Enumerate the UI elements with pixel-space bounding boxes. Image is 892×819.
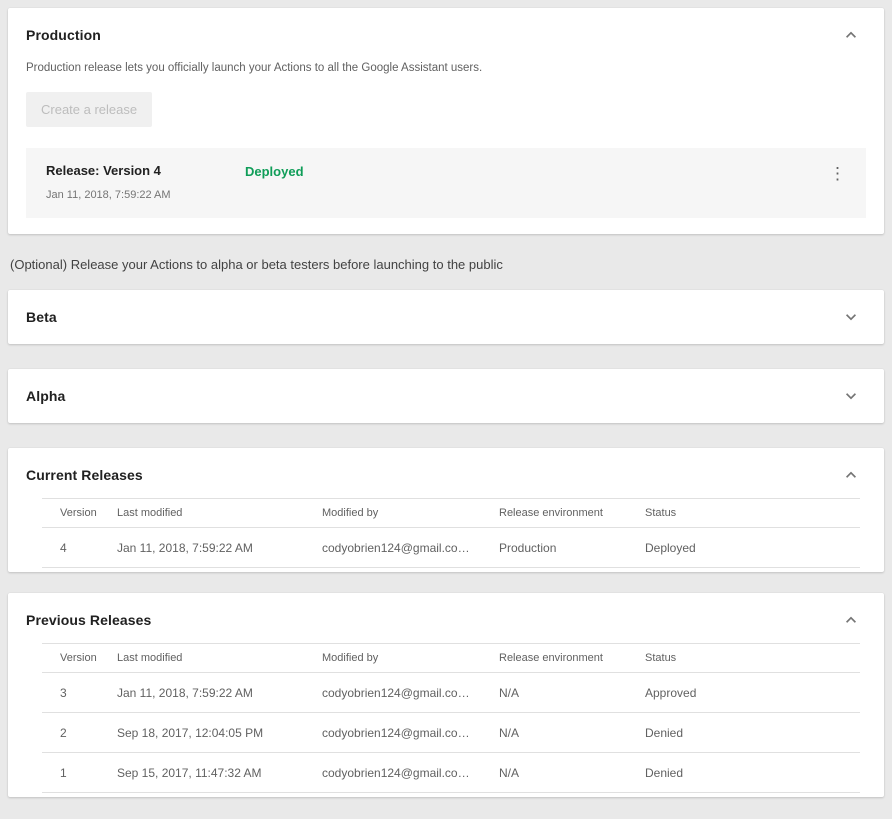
cell-status: Approved [645,673,860,713]
releases-page: Production Production release lets you o… [0,0,892,805]
current-releases-table-wrap: Version Last modified Modified by Releas… [8,496,884,572]
cell-modified-by: codyobrien124@gmail.co… [322,713,499,753]
cell-modified-by: codyobrien124@gmail.co… [322,528,499,568]
alpha-title: Alpha [26,388,65,404]
cell-modified-by: codyobrien124@gmail.co… [322,753,499,793]
table-row: 1 Sep 15, 2017, 11:47:32 AM codyobrien12… [42,753,860,793]
header-modified-by: Modified by [322,499,499,528]
cell-version: 4 [42,528,117,568]
header-last-modified: Last modified [117,644,322,673]
spacer [8,572,884,593]
beta-card-header[interactable]: Beta [8,290,884,344]
cell-version: 2 [42,713,117,753]
table-row: 4 Jan 11, 2018, 7:59:22 AM codyobrien124… [42,528,860,568]
beta-title: Beta [26,309,57,325]
release-info: Release: Version 4 Jan 11, 2018, 7:59:22… [46,163,226,201]
header-last-modified: Last modified [117,499,322,528]
current-releases-table: Version Last modified Modified by Releas… [42,498,860,568]
previous-releases-table: Version Last modified Modified by Releas… [42,643,860,793]
chevron-up-icon[interactable] [840,24,862,46]
alpha-card: Alpha [8,369,884,423]
table-row: 2 Sep 18, 2017, 12:04:05 PM codyobrien12… [42,713,860,753]
previous-releases-table-wrap: Version Last modified Modified by Releas… [8,641,884,797]
cell-version: 1 [42,753,117,793]
chevron-up-icon[interactable] [840,464,862,486]
header-release-environment: Release environment [499,499,645,528]
cell-status: Deployed [645,528,860,568]
current-releases-card: Current Releases Version Last modified M… [8,448,884,572]
current-releases-header[interactable]: Current Releases [8,448,884,496]
chevron-down-icon[interactable] [840,385,862,407]
production-body: Production release lets you officially l… [8,62,884,234]
cell-last-modified: Sep 15, 2017, 11:47:32 AM [117,753,322,793]
cell-status: Denied [645,713,860,753]
spacer [8,423,884,448]
beta-card: Beta [8,290,884,344]
release-date: Jan 11, 2018, 7:59:22 AM [46,189,226,201]
header-release-environment: Release environment [499,644,645,673]
cell-last-modified: Jan 11, 2018, 7:59:22 AM [117,673,322,713]
table-row: 3 Jan 11, 2018, 7:59:22 AM codyobrien124… [42,673,860,713]
production-card: Production Production release lets you o… [8,8,884,234]
cell-release-environment: N/A [499,673,645,713]
production-description: Production release lets you officially l… [26,62,866,74]
header-version: Version [42,644,117,673]
release-name: Release: Version 4 [46,163,226,178]
chevron-down-icon[interactable] [840,306,862,328]
chevron-up-icon[interactable] [840,609,862,631]
cell-last-modified: Jan 11, 2018, 7:59:22 AM [117,528,322,568]
previous-releases-header[interactable]: Previous Releases [8,593,884,641]
release-status-badge: Deployed [245,163,304,179]
production-card-header[interactable]: Production [8,8,884,62]
previous-releases-card: Previous Releases Version Last modified … [8,593,884,797]
spacer [8,344,884,369]
more-options-icon[interactable]: ⋮ [823,163,852,184]
production-title: Production [26,27,101,43]
header-status: Status [645,499,860,528]
cell-version: 3 [42,673,117,713]
production-release-row: Release: Version 4 Jan 11, 2018, 7:59:22… [26,148,866,218]
table-header-row: Version Last modified Modified by Releas… [42,644,860,673]
header-status: Status [645,644,860,673]
previous-releases-title: Previous Releases [26,612,151,628]
optional-note: (Optional) Release your Actions to alpha… [10,257,882,272]
alpha-card-header[interactable]: Alpha [8,369,884,423]
cell-release-environment: N/A [499,753,645,793]
create-release-button[interactable]: Create a release [26,92,152,127]
cell-status: Denied [645,753,860,793]
cell-release-environment: Production [499,528,645,568]
header-modified-by: Modified by [322,644,499,673]
cell-modified-by: codyobrien124@gmail.co… [322,673,499,713]
cell-release-environment: N/A [499,713,645,753]
cell-last-modified: Sep 18, 2017, 12:04:05 PM [117,713,322,753]
current-releases-title: Current Releases [26,467,143,483]
header-version: Version [42,499,117,528]
table-header-row: Version Last modified Modified by Releas… [42,499,860,528]
